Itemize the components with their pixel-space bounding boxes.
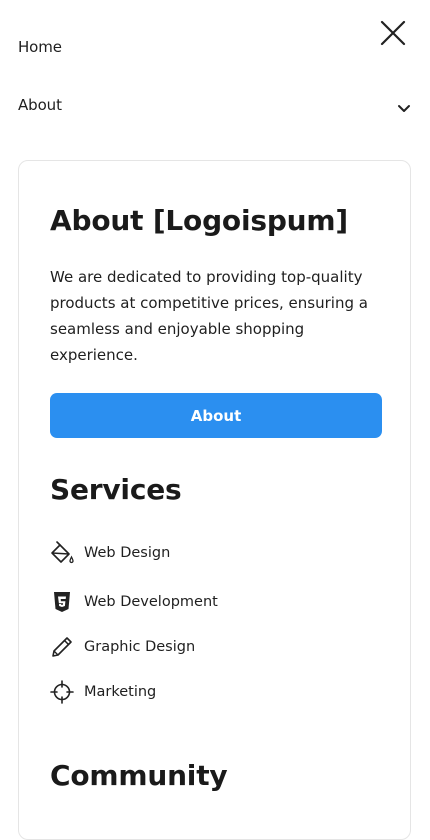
- close-icon[interactable]: [380, 20, 406, 46]
- service-item-web-design[interactable]: Web Design: [49, 540, 170, 566]
- about-button[interactable]: About: [50, 393, 382, 438]
- services-title: Services: [50, 473, 182, 506]
- service-label: Web Design: [84, 545, 171, 561]
- nav-item-about[interactable]: About: [18, 96, 62, 114]
- service-item-web-development[interactable]: Web Development: [49, 589, 218, 615]
- about-dropdown-panel: About [Logoispum] We are dedicated to pr…: [18, 160, 411, 840]
- service-label: Web Development: [84, 594, 218, 610]
- about-title: About [Logoispum]: [50, 204, 348, 237]
- about-description: We are dedicated to providing top-qualit…: [50, 268, 368, 364]
- paint-bucket-icon: [49, 540, 75, 566]
- service-label: Marketing: [84, 684, 157, 700]
- service-item-graphic-design[interactable]: Graphic Design: [49, 634, 195, 660]
- service-label: Graphic Design: [84, 639, 196, 655]
- crosshair-icon: [49, 679, 75, 705]
- chevron-down-icon[interactable]: [397, 100, 411, 112]
- html5-icon: [49, 589, 75, 615]
- service-item-marketing[interactable]: Marketing: [49, 679, 156, 705]
- nav-item-home[interactable]: Home: [18, 38, 62, 56]
- community-title: Community: [50, 759, 228, 792]
- pencil-icon: [49, 634, 75, 660]
